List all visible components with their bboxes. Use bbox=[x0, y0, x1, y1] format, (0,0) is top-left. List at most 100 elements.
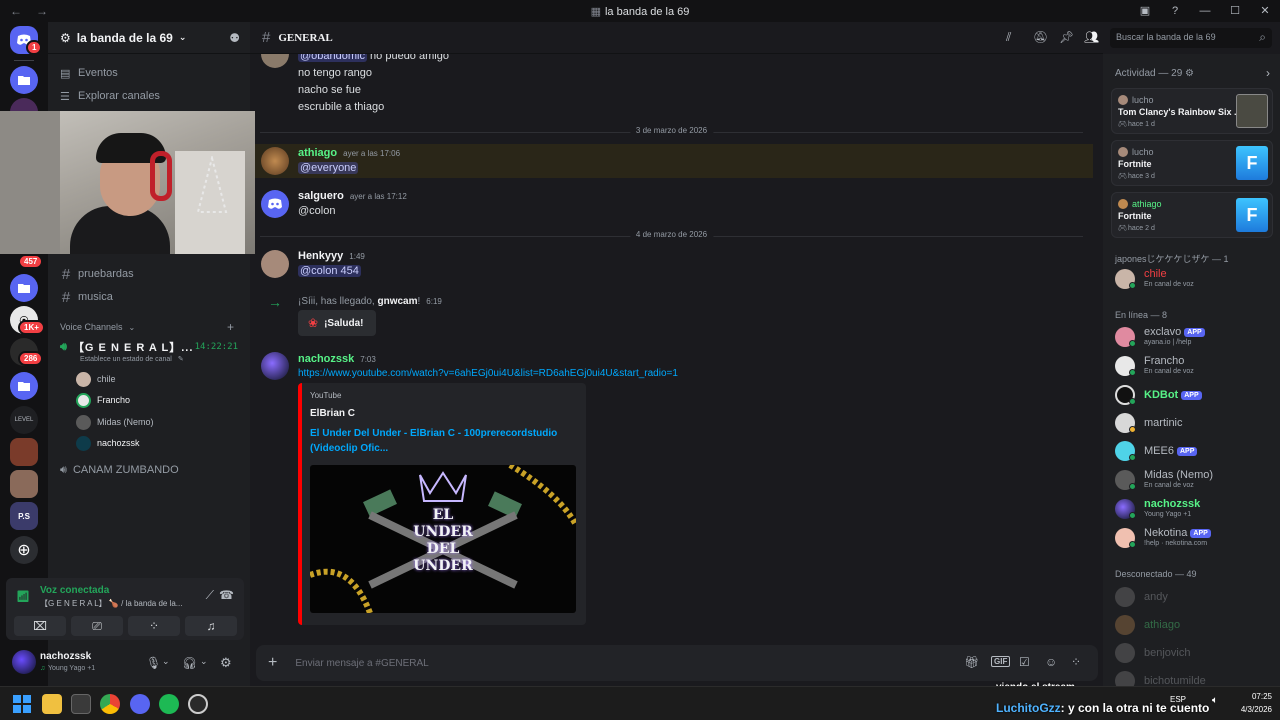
embed-title[interactable]: El Under Del Under - ElBrian C - 100prer… bbox=[310, 426, 570, 456]
user-name: nachozssk bbox=[40, 651, 92, 662]
store-icon[interactable] bbox=[71, 694, 91, 714]
chevron-down-icon[interactable]: ⌄ bbox=[162, 656, 170, 667]
mic-icon[interactable]: 🎙︎ bbox=[146, 656, 161, 670]
minimize-icon[interactable]: — bbox=[1190, 0, 1220, 22]
activity-card[interactable]: athiago Fortnite 🎮︎ hace 2 d F bbox=[1111, 192, 1273, 238]
search-input[interactable]: Buscar la banda de la 69 ⌕ bbox=[1110, 28, 1272, 48]
message: nacho se fue bbox=[298, 84, 361, 96]
volume-icon[interactable]: 🔈︎ bbox=[1212, 695, 1218, 706]
maximize-icon[interactable]: ☐ bbox=[1220, 0, 1250, 22]
screen-share-button[interactable]: ⎚ bbox=[71, 616, 123, 636]
pin-icon[interactable]: 📌︎ bbox=[1059, 30, 1074, 44]
add-server-icon[interactable]: ⊕ bbox=[10, 536, 38, 564]
spotify-icon[interactable] bbox=[159, 694, 179, 714]
member-andy[interactable]: andy bbox=[1115, 584, 1275, 610]
server-ps[interactable]: P.S bbox=[10, 502, 38, 530]
app-icon[interactable] bbox=[188, 694, 208, 714]
member-martinic[interactable]: martinic bbox=[1115, 410, 1275, 436]
member-chile[interactable]: chile En canal de voz bbox=[1115, 266, 1275, 292]
message-link[interactable]: https://www.youtube.com/watch?v=6ahEGj0u… bbox=[298, 368, 678, 379]
set-channel-status[interactable]: Establece un estado de canal ✎ bbox=[76, 352, 262, 366]
member-athiago[interactable]: athiago bbox=[1115, 612, 1275, 638]
activity-card[interactable]: lucho Tom Clancy's Rainbow Six ... 🎮︎ ha… bbox=[1111, 88, 1273, 134]
message-author[interactable]: nachozssk 7:03 bbox=[298, 353, 376, 365]
embed-author[interactable]: ElBrian C bbox=[310, 408, 355, 419]
avatar[interactable] bbox=[261, 147, 289, 175]
camera-off-button[interactable]: ⌧ bbox=[14, 616, 66, 636]
user-avatar[interactable] bbox=[12, 650, 36, 674]
help-icon[interactable]: ? bbox=[1160, 0, 1190, 22]
chevron-down-icon: ⌄ bbox=[178, 32, 187, 42]
activity-card[interactable]: lucho Fortnite 🎮︎ hace 3 d F bbox=[1111, 140, 1273, 186]
avatar[interactable] bbox=[261, 250, 289, 278]
soundboard-button[interactable]: ♫ bbox=[185, 616, 237, 636]
voice-user-chile[interactable]: chile bbox=[76, 369, 116, 389]
events-item[interactable]: ▤ Eventos bbox=[56, 62, 242, 84]
member-midas[interactable]: Midas (Nemo) En canal de voz bbox=[1115, 467, 1275, 493]
member-nachozssk[interactable]: nachozssk Young Yago +1 bbox=[1115, 496, 1275, 522]
clock[interactable]: 07:25 4/3/2026 bbox=[1232, 692, 1272, 714]
message-author[interactable]: salguero ayer a las 17:12 bbox=[298, 190, 407, 202]
server-avatar-5[interactable] bbox=[10, 470, 38, 498]
gif-icon[interactable]: GIF bbox=[991, 656, 1011, 667]
chrome-icon[interactable] bbox=[100, 694, 120, 714]
discord-taskbar-icon[interactable] bbox=[130, 694, 150, 714]
wave-button[interactable]: ❀ ¡Saluda! bbox=[298, 310, 376, 336]
emoji-icon[interactable]: ☺ bbox=[1045, 655, 1057, 669]
headphones-icon[interactable]: 🎧︎ bbox=[182, 656, 197, 670]
chevron-down-icon[interactable]: ⌄ bbox=[200, 656, 208, 667]
voice-channels-header[interactable]: Voice Channels ⌄ + bbox=[56, 316, 242, 338]
video-thumbnail[interactable]: EL UNDER DEL UNDER bbox=[310, 465, 576, 613]
avatar[interactable] bbox=[261, 352, 289, 380]
inbox-icon[interactable]: ▣ bbox=[1130, 0, 1160, 22]
add-member-icon[interactable]: ⚉ bbox=[229, 31, 240, 45]
message-author[interactable]: Henkyyy 1:49 bbox=[298, 250, 365, 262]
threads-icon[interactable]: ⫽ bbox=[1006, 30, 1011, 45]
file-explorer-icon[interactable] bbox=[42, 694, 62, 714]
member-nekotina[interactable]: Nekotina APP !help · nekotina.com bbox=[1115, 525, 1275, 551]
folder-icon-3[interactable] bbox=[10, 372, 38, 400]
windows-start-icon[interactable] bbox=[12, 694, 32, 714]
notifications-off-icon[interactable]: 🔕︎ bbox=[1033, 30, 1048, 44]
server-avatar-4[interactable] bbox=[10, 438, 38, 466]
add-attachment-icon[interactable]: + bbox=[268, 654, 277, 672]
folder-icon[interactable] bbox=[10, 66, 38, 94]
add-channel-icon[interactable]: + bbox=[227, 320, 234, 334]
browse-channels-item[interactable]: ☰ Explorar canales bbox=[56, 85, 242, 107]
settings-gear-icon[interactable]: ⚙ bbox=[220, 655, 232, 671]
embed-provider[interactable]: YouTube bbox=[310, 391, 341, 400]
noise-suppression-icon[interactable]: ⟋ bbox=[206, 588, 214, 603]
server-header[interactable]: ⚙ la banda de la 69 ⌄ ⚉ bbox=[48, 22, 250, 54]
member-exclavo[interactable]: exclavo APP ayana.io | /help bbox=[1115, 324, 1275, 350]
voice-user-francho[interactable]: Francho bbox=[76, 390, 130, 410]
message-author[interactable]: athiago ayer a las 17:06 bbox=[298, 147, 400, 159]
title-bar: ← → ▦ la banda de la 69 ▣ ? — ☐ ✕ bbox=[0, 0, 1280, 22]
disconnect-icon[interactable]: ☎︎ bbox=[219, 588, 234, 602]
folder-icon-2[interactable] bbox=[10, 274, 38, 302]
voice-user-midas[interactable]: Midas (Nemo) bbox=[76, 412, 154, 432]
member-mee6[interactable]: MEE6 APP bbox=[1115, 438, 1275, 464]
sticker-icon[interactable]: ☑ bbox=[1019, 655, 1030, 669]
close-icon[interactable]: ✕ bbox=[1250, 0, 1280, 22]
message-input[interactable]: Enviar mensaje a #GENERAL bbox=[295, 658, 935, 669]
gift-icon[interactable]: 🎁︎ bbox=[964, 655, 979, 669]
fortnite-game-icon: F bbox=[1236, 146, 1268, 180]
members-icon[interactable]: 👥︎ bbox=[1084, 30, 1099, 44]
avatar[interactable] bbox=[261, 190, 289, 218]
voice-channel-canam[interactable]: 🔊︎ CANAM ZUMBANDO bbox=[56, 459, 242, 481]
channel-pruebardas[interactable]: # pruebardas bbox=[56, 263, 242, 285]
member-francho[interactable]: Francho En canal de voz bbox=[1115, 353, 1275, 379]
idle-status-dot bbox=[1129, 426, 1136, 433]
voice-user-nachozssk[interactable]: nachozssk bbox=[76, 433, 140, 453]
apps-icon[interactable]: ⁘ bbox=[1071, 655, 1081, 669]
channel-musica[interactable]: # musica bbox=[56, 286, 242, 308]
language-indicator[interactable]: ESP bbox=[1170, 695, 1186, 704]
voice-location[interactable]: 【G E N E R A L】 🍗 / la banda de la... bbox=[40, 598, 190, 609]
member-kdbot[interactable]: KDBot APP bbox=[1115, 382, 1275, 408]
member-bichotumilde[interactable]: bichotumilde bbox=[1115, 668, 1275, 686]
server-level[interactable]: LEVEL bbox=[10, 406, 38, 434]
activities-button[interactable]: ⁘ bbox=[128, 616, 180, 636]
member-benjovich[interactable]: benjovich bbox=[1115, 640, 1275, 666]
chevron-right-icon[interactable]: › bbox=[1266, 66, 1270, 80]
activity-header[interactable]: Actividad — 29 ⚙ bbox=[1115, 68, 1194, 79]
